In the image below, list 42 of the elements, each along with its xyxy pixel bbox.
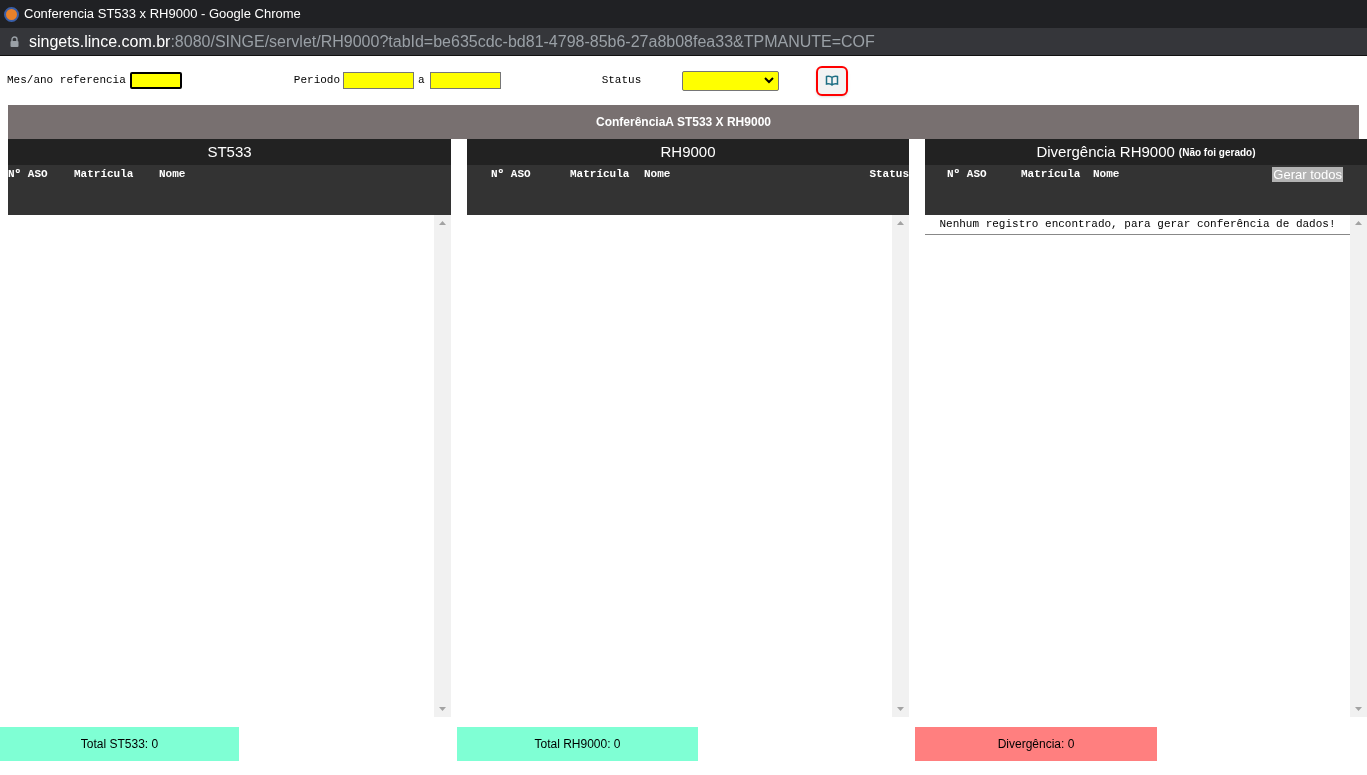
period-end-input[interactable] [429, 72, 501, 89]
banner-title: ConferênciaA ST533 X RH9000 [596, 114, 771, 131]
scrollbar[interactable] [434, 215, 451, 717]
total-text: Total ST533: 0 [80, 736, 159, 753]
scroll-down-icon[interactable] [439, 707, 446, 711]
total-text: Divergência: 0 [997, 736, 1075, 753]
field-label: Mes/ano referencia [7, 73, 126, 89]
scroll-down-icon[interactable] [1355, 707, 1362, 711]
scrollbar[interactable] [892, 215, 909, 717]
window-title: Conferencia ST533 x RH9000 - Google Chrome [24, 5, 301, 24]
book-icon [825, 75, 840, 86]
status-select[interactable] [682, 70, 780, 91]
total-text: Total RH9000: 0 [534, 736, 621, 753]
lock-icon [10, 36, 19, 47]
column-header: Matrícula [1021, 167, 1082, 182]
app-logo-icon [4, 6, 19, 22]
field-label: Periodo [293, 73, 341, 89]
column-header: Nome [644, 167, 672, 182]
column-header: Matrícula [74, 167, 135, 182]
column-header: Nome [1093, 167, 1121, 182]
column-header: Nº ASO [947, 167, 988, 182]
month-year-input[interactable] [129, 72, 182, 89]
scroll-up-icon[interactable] [439, 221, 446, 225]
scroll-up-icon[interactable] [1355, 221, 1362, 225]
panel-subtitle: (Não foi gerado) [1178, 145, 1256, 160]
manual-button[interactable] [816, 65, 849, 96]
column-header: Matrícula [570, 167, 631, 182]
scrollbar[interactable] [1350, 215, 1367, 717]
column-header: Nº ASO [8, 167, 49, 182]
panel-title: Divergência RH9000 [1036, 141, 1175, 162]
scroll-up-icon[interactable] [897, 221, 904, 225]
empty-message: Nenhum registro encontrado, para gerar conferência de dados! [925, 215, 1350, 235]
panel-title: ST533 [207, 141, 252, 162]
field-label: a [418, 73, 425, 89]
scroll-down-icon[interactable] [897, 707, 904, 711]
column-header: Status [869, 167, 909, 182]
chevron-down-icon [764, 77, 775, 84]
column-header: Nome [159, 167, 186, 182]
period-start-input[interactable] [343, 72, 415, 89]
panel-title: RH9000 [660, 141, 716, 162]
field-label: Status [601, 73, 642, 89]
column-header: Nº ASO [491, 167, 532, 182]
